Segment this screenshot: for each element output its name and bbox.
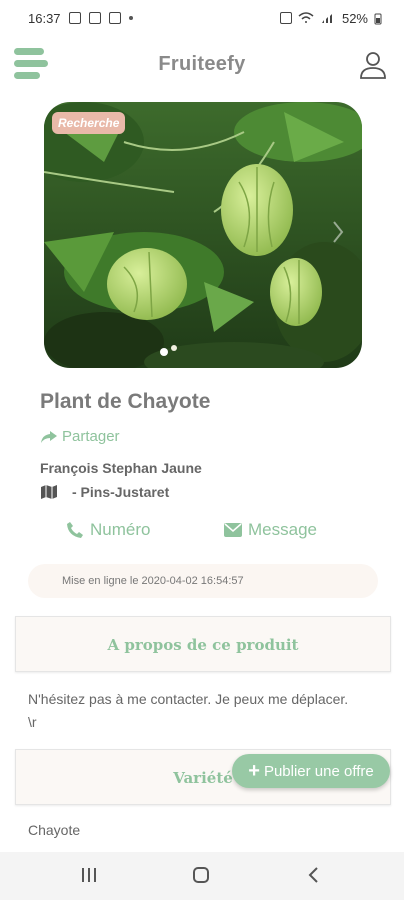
- signal-icon: [321, 14, 332, 23]
- seller-name: François Stephan Jaune: [40, 460, 202, 476]
- phone-icon: [67, 522, 83, 538]
- posted-date: Mise en ligne le 2020-04-02 16:54:57: [28, 564, 378, 598]
- status-bar: 16:37 52%: [0, 0, 404, 36]
- location-label: - Pins-Justaret: [72, 484, 170, 500]
- about-section-header[interactable]: A propos de ce produit: [15, 616, 391, 672]
- product-title: Plant de Chayote: [40, 390, 211, 413]
- calendar-notification-icon: [88, 12, 101, 24]
- back-icon[interactable]: [305, 866, 323, 884]
- share-label: Partager: [62, 428, 120, 445]
- gallery-notification-icon: [68, 12, 81, 24]
- product-image[interactable]: [44, 102, 362, 368]
- message-button[interactable]: Message: [224, 520, 317, 540]
- app-header: Fruiteefy: [0, 36, 404, 94]
- more-notifications-icon: [128, 16, 133, 20]
- variety-value: Chayote: [28, 822, 81, 838]
- search-badge: Recherche: [52, 112, 126, 134]
- wifi-icon: [298, 12, 314, 23]
- system-nav-bar: [0, 852, 404, 900]
- map-icon: [41, 485, 57, 499]
- battery-percent: 52%: [341, 10, 368, 26]
- publish-offer-button[interactable]: + Publier une offre: [232, 754, 390, 788]
- call-button[interactable]: Numéro: [66, 520, 150, 540]
- app-title: Fruiteefy: [158, 53, 246, 75]
- plus-icon: +: [248, 760, 260, 782]
- envelope-icon: [224, 523, 242, 537]
- mail-notification-icon: [108, 12, 121, 24]
- call-label: Numéro: [90, 520, 151, 539]
- battery-icon: [374, 13, 382, 24]
- user-icon[interactable]: [358, 50, 388, 80]
- share-icon: [41, 430, 57, 443]
- product-description: N'hésitez pas à me contacter. Je peux me…: [28, 691, 349, 730]
- home-icon[interactable]: [192, 866, 210, 884]
- publish-offer-label: Publier une offre: [263, 762, 374, 780]
- contact-actions: Numéro Message: [0, 520, 404, 544]
- recent-apps-icon[interactable]: [80, 866, 98, 884]
- status-time: 16:37: [28, 10, 61, 26]
- message-label: Message: [248, 520, 317, 539]
- alarm-icon: [279, 12, 292, 24]
- seller-location: - Pins-Justaret: [40, 484, 169, 500]
- share-link[interactable]: Partager: [40, 428, 120, 445]
